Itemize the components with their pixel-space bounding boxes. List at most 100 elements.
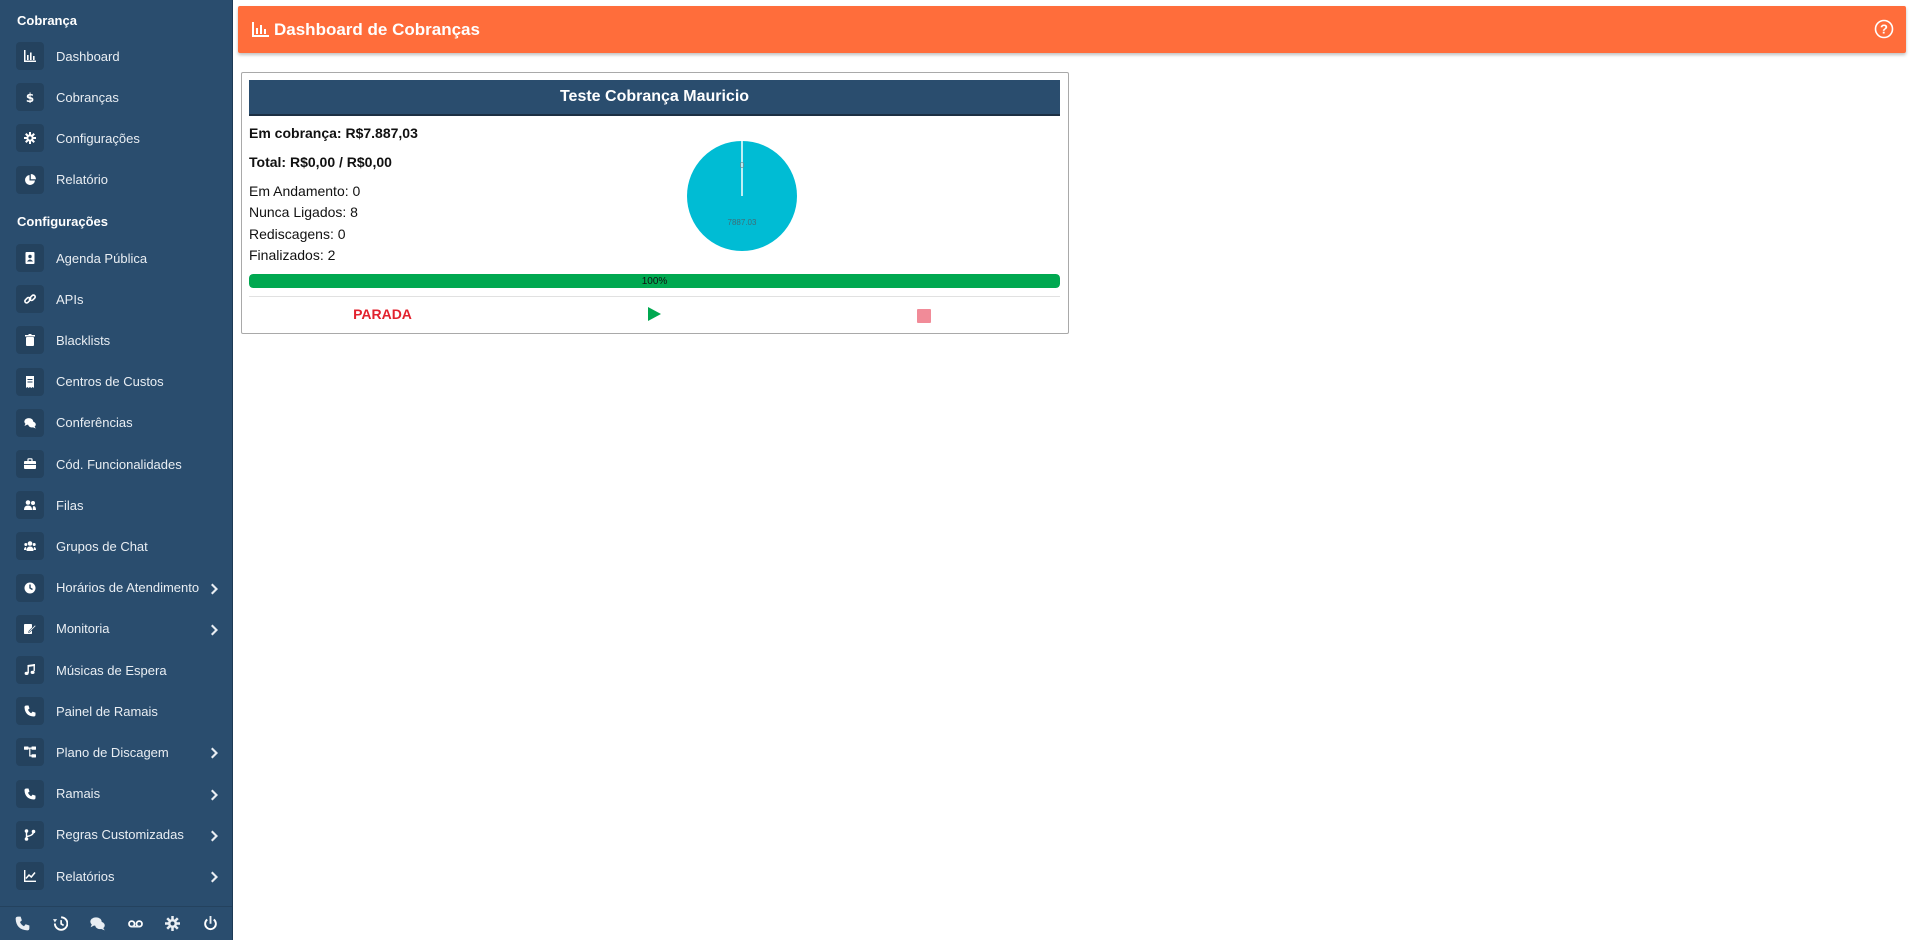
- chevron-right-icon: [211, 623, 221, 636]
- sidebar-item-label: Regras Customizadas: [56, 827, 184, 843]
- sidebar-item-centros-de-custos[interactable]: Centros de Custos: [0, 363, 232, 401]
- sidebar-item-label: Dashboard: [56, 48, 120, 64]
- sidebar-item-apis[interactable]: APIs: [0, 280, 232, 318]
- chevron-right-icon: [211, 788, 221, 801]
- sidebar-item-label: Relatório: [56, 172, 109, 188]
- sidebar-item-label: Filas: [56, 497, 84, 513]
- sidebar-item-label: Conferências: [56, 415, 133, 431]
- user-friends-icon: [16, 491, 44, 520]
- sidebar-item-grupos-de-chat[interactable]: Grupos de Chat: [0, 527, 232, 565]
- sidebar-footer-toolbar: [0, 906, 232, 940]
- campaign-card: Teste Cobrança Mauricio Em cobrança: R$7…: [241, 72, 1069, 334]
- receipt-icon: [16, 367, 44, 396]
- sitemap-icon: [16, 738, 44, 767]
- sidebar-item-cobrancas[interactable]: $ Cobranças: [0, 78, 232, 116]
- sidebar: Cobrança Dashboard $ Cobranças Configurações…: [0, 0, 233, 940]
- history-button[interactable]: [44, 910, 76, 938]
- svg-text:$: $: [26, 91, 34, 103]
- pie-label: 0: [740, 161, 745, 170]
- sidebar-item-ramais[interactable]: Ramais: [0, 775, 232, 813]
- sidebar-item-relatorio[interactable]: Relatório: [0, 161, 232, 199]
- svg-text:?: ?: [1880, 22, 1888, 37]
- play-button[interactable]: [646, 306, 662, 322]
- sidebar-item-label: Cobranças: [56, 89, 119, 105]
- page-header: Dashboard de Cobranças ?: [238, 6, 1906, 53]
- sidebar-item-plano-de-discagem[interactable]: Plano de Discagem: [0, 733, 232, 771]
- sidebar-item-label: APIs: [56, 291, 84, 307]
- music-icon: [16, 656, 44, 684]
- total-value: Total: R$0,00 / R$0,00: [249, 154, 392, 170]
- sidebar-item-cod-funcionalidades[interactable]: Cód. Funcionalidades: [0, 445, 232, 483]
- sidebar-item-dashboard[interactable]: Dashboard: [0, 37, 232, 75]
- pie-chart-icon: [16, 165, 44, 194]
- stop-button[interactable]: [917, 309, 931, 323]
- sidebar-item-label: Blacklists: [56, 332, 111, 348]
- app-root: Cobrança Dashboard $ Cobranças Configurações…: [0, 0, 1919, 940]
- voicemail-icon: [127, 920, 143, 928]
- chart-bar-icon: [252, 22, 270, 38]
- sidebar-item-filas[interactable]: Filas: [0, 486, 232, 524]
- code-branch-icon: [16, 820, 44, 849]
- sidebar-item-conferencias[interactable]: Conferências: [0, 404, 232, 442]
- sidebar-section-title: Configurações: [17, 214, 109, 229]
- sidebar-item-label: Cód. Funcionalidades: [56, 456, 182, 472]
- briefcase-icon: [16, 450, 44, 478]
- link-icon: [16, 285, 44, 314]
- clock-icon: [16, 573, 44, 602]
- sidebar-item-horarios-de-atendimento[interactable]: Horários de Atendimento: [0, 569, 232, 607]
- pie-label: 7887.03: [728, 218, 757, 227]
- sidebar-item-musicas-de-espera[interactable]: Músicas de Espera: [0, 651, 232, 689]
- users-icon: [16, 532, 44, 561]
- sidebar-item-label: Monitoria: [56, 621, 110, 637]
- comments-button[interactable]: [82, 910, 114, 938]
- sidebar-item-label: Agenda Pública: [56, 250, 148, 266]
- edit-icon: [16, 614, 44, 643]
- sidebar-item-label: Painel de Ramais: [56, 703, 158, 719]
- sidebar-item-relatorios[interactable]: Relatórios: [0, 857, 232, 895]
- sidebar-item-label: Horários de Atendimento: [56, 580, 200, 596]
- sidebar-item-regras-customizadas[interactable]: Regras Customizadas: [0, 816, 232, 854]
- help-icon[interactable]: ?: [1874, 19, 1894, 39]
- campaign-status: PARADA: [353, 306, 412, 322]
- campaign-pie-chart: 0 7887.03: [687, 141, 797, 251]
- dollar-icon: $: [16, 83, 44, 112]
- divider: [249, 296, 1060, 297]
- sidebar-item-label: Plano de Discagem: [56, 744, 169, 760]
- em-andamento-value: Em Andamento: 0: [249, 183, 361, 199]
- sidebar-item-configuracoes[interactable]: Configurações: [0, 119, 232, 157]
- voicemail-button[interactable]: [119, 910, 151, 938]
- finalizados-value: Finalizados: 2: [249, 247, 336, 263]
- phone-icon: [16, 779, 44, 808]
- play-icon: [648, 307, 661, 321]
- campaign-progress-bar: 100%: [249, 274, 1060, 288]
- phone-button[interactable]: [7, 910, 39, 938]
- gear-icon: [16, 124, 44, 153]
- history-icon: [52, 916, 68, 931]
- chevron-right-icon: [211, 746, 221, 759]
- sidebar-item-painel-de-ramais[interactable]: Painel de Ramais: [0, 692, 232, 730]
- sidebar-item-label: Relatórios: [56, 868, 115, 884]
- page-title: Dashboard de Cobranças: [274, 19, 480, 39]
- progress-fill: 100%: [249, 274, 1060, 288]
- phone-icon: [16, 697, 44, 726]
- chevron-right-icon: [211, 829, 221, 842]
- sidebar-item-label: Configurações: [56, 130, 140, 146]
- sidebar-item-agenda-publica[interactable]: Agenda Pública: [0, 239, 232, 277]
- comments-icon: [16, 408, 44, 437]
- line-chart-icon: [16, 862, 44, 890]
- sidebar-item-label: Ramais: [56, 786, 101, 802]
- sidebar-item-label: Grupos de Chat: [56, 538, 148, 554]
- sidebar-section-title: Cobrança: [17, 13, 77, 28]
- chart-bar-icon: [16, 42, 44, 70]
- sidebar-item-monitoria[interactable]: Monitoria: [0, 610, 232, 648]
- rediscagens-value: Rediscagens: 0: [249, 226, 346, 242]
- address-book-icon: [16, 244, 44, 272]
- em-cobranca-value: Em cobrança: R$7.887,03: [249, 125, 418, 141]
- sidebar-item-blacklists[interactable]: Blacklists: [0, 321, 232, 359]
- chevron-right-icon: [211, 870, 221, 883]
- stop-icon: [917, 309, 931, 323]
- gear-button[interactable]: [157, 910, 189, 938]
- sidebar-item-label: Músicas de Espera: [56, 662, 167, 678]
- power-button[interactable]: [194, 910, 226, 938]
- nunca-ligados-value: Nunca Ligados: 8: [249, 204, 358, 220]
